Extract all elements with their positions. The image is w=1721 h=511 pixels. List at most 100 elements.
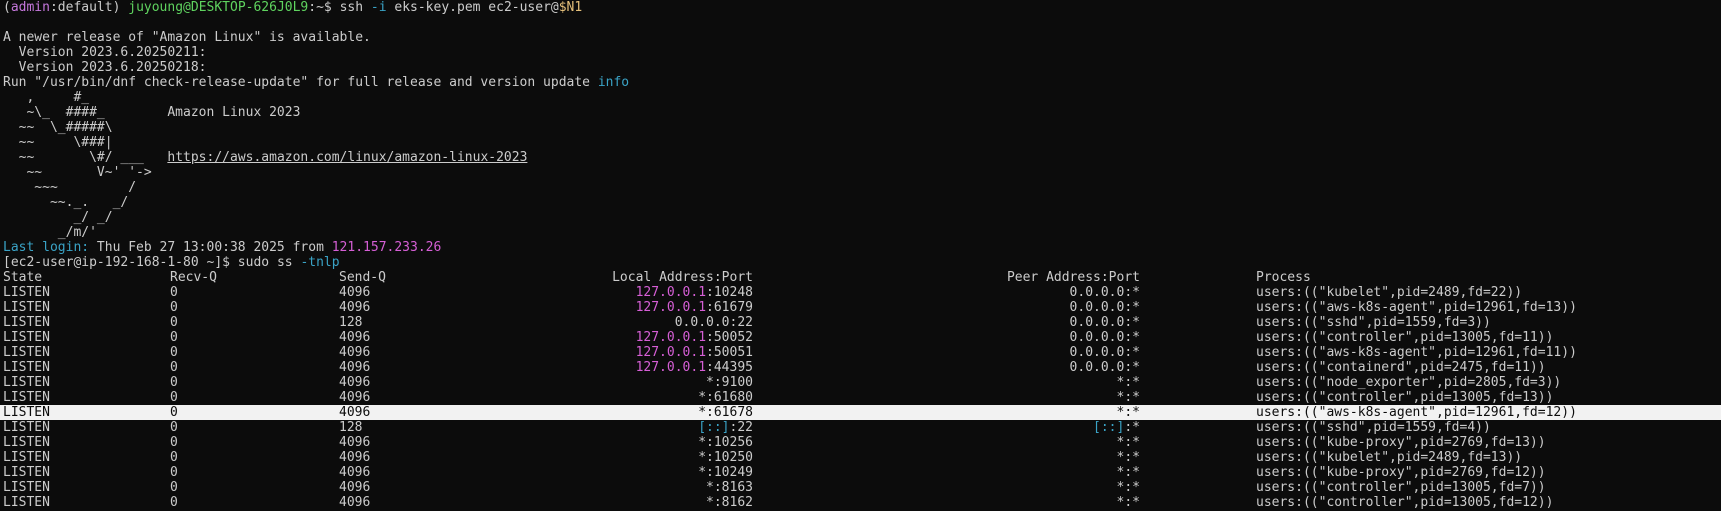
header-recv-q: Recv-Q [170,270,217,285]
motd-line: Version 2023.6.20250211: [3,45,207,60]
peer-port: :* [1124,345,1140,360]
motd-line: Version 2023.6.20250218: [3,60,207,75]
prompt-line-remote: [ec2-user@ip-192-168-1-80 ~]$ sudo ss -t… [3,255,1721,270]
local-ip: 127.0.0.1 [635,345,707,360]
ss-table-row[interactable]: LISTEN 0 128 [::]:22 [::]:* users:(("sshd",pi… [3,420,1721,435]
amazon-linux-link[interactable]: https://aws.amazon.com/linux/amazon-linu… [167,150,527,165]
local-port: :10249 [706,465,753,480]
header-send-q: Send-Q [339,270,386,285]
motd-info-word: info [597,75,630,90]
command-variable: $N1 [558,0,583,15]
terminal-window[interactable]: (admin:default) juyoung@DESKTOP-626J0L9:… [0,0,1721,511]
command-flag-i: -i [370,0,387,15]
local-ip: * [706,495,714,510]
cell-process: users:(("aws-k8s-agent",pid=12961,fd=11)… [1256,345,1577,360]
peer-ip: 0.0.0.0 [1069,345,1125,360]
cell-state: LISTEN [3,360,50,375]
cell-send-q: 4096 [339,405,371,420]
cell-peer-address: *:* [1117,450,1140,465]
cell-recv-q: 0 [170,300,178,315]
cell-recv-q: 0 [170,480,178,495]
cell-recv-q: 0 [170,420,178,435]
banner-art-line: ~~ V~' '-> [3,165,152,180]
cell-send-q: 4096 [339,495,371,510]
cell-peer-address: 0.0.0.0:* [1070,330,1140,345]
peer-ip: 0.0.0.0 [1069,315,1125,330]
ss-table-row[interactable]: LISTEN 0 4096 *:9100 *:* users:(("node_export… [3,375,1721,390]
peer-port: :* [1124,465,1140,480]
cell-process: users:(("aws-k8s-agent",pid=12961,fd=13)… [1256,300,1577,315]
cell-process: users:(("kube-proxy",pid=2769,fd=12)) [1256,465,1546,480]
cell-recv-q: 0 [170,495,178,510]
command-ss: sudo ss [229,255,301,270]
peer-ip: [::] [1093,420,1125,435]
prompt-open-paren: ( [3,0,11,15]
cell-send-q: 4096 [339,345,371,360]
cell-recv-q: 0 [170,315,178,330]
cell-send-q: 4096 [339,375,371,390]
cell-state: LISTEN [3,420,50,435]
banner-art-line: ~~ \###| [3,135,113,150]
cell-send-q: 128 [339,420,363,435]
peer-port: :* [1124,405,1140,420]
ss-table-row[interactable]: LISTEN 0 4096 *:8162 *:* users:(("controller"… [3,495,1721,510]
ss-table-row[interactable]: LISTEN 0 4096 127.0.0.1:44395 0.0.0.0:* users… [3,360,1721,375]
cell-recv-q: 0 [170,450,178,465]
local-ip: 0.0.0.0 [674,315,730,330]
ss-table-row[interactable]: LISTEN 0 4096 127.0.0.1:50052 0.0.0.0:* users… [3,330,1721,345]
cell-recv-q: 0 [170,465,178,480]
cell-local-address: *:9100 [706,375,753,390]
peer-ip: 0.0.0.0 [1069,285,1125,300]
cell-process: users:(("controller",pid=13005,fd=7)) [1256,480,1546,495]
ss-table-row[interactable]: LISTEN 0 4096 *:10256 *:* users:(("kube-proxy… [3,435,1721,450]
local-port: :22 [729,315,753,330]
ss-table-row[interactable]: LISTEN 0 4096 127.0.0.1:10248 0.0.0.0:* users… [3,285,1721,300]
cell-state: LISTEN [3,285,50,300]
local-ip: 127.0.0.1 [635,330,707,345]
peer-port: :* [1124,285,1140,300]
motd-line: Run "/usr/bin/dnf check-release-update" … [3,75,1721,90]
cell-process: users:(("kubelet",pid=2489,fd=22)) [1256,285,1523,300]
cell-send-q: 4096 [339,450,371,465]
ss-table-row[interactable]: LISTEN 0 4096 *:10249 *:* users:(("kube-proxy… [3,465,1721,480]
cell-recv-q: 0 [170,285,178,300]
local-ip: * [698,450,707,465]
cell-process: users:(("kube-proxy",pid=2769,fd=13)) [1256,435,1546,450]
cell-local-address: 127.0.0.1:44395 [636,360,753,375]
ss-table-row[interactable]: LISTEN 0 4096 127.0.0.1:61679 0.0.0.0:* users… [3,300,1721,315]
last-login-line: Last login: Thu Feb 27 13:00:38 2025 fro… [3,240,1721,255]
prompt-userhost: juyoung@DESKTOP-626J0L9 [128,0,309,15]
cell-recv-q: 0 [170,405,178,420]
cell-peer-address: 0.0.0.0:* [1070,300,1140,315]
ss-table-row[interactable]: LISTEN 0 128 0.0.0.0:22 0.0.0.0:* users:(("ss… [3,315,1721,330]
banner-art-line: _/ _/ [3,210,113,225]
header-local-address: Local Address:Port [612,270,753,285]
cell-peer-address: 0.0.0.0:* [1070,315,1140,330]
header-state: State [3,270,43,285]
command-ssh: ssh [331,0,371,15]
ss-table-header: State Recv-Q Send-Q Local Address:Port P… [3,270,1721,285]
ss-table-row[interactable]: LISTEN 0 4096 *:61678 *:* users:(("aws-k8s-ag… [0,405,1721,420]
cell-peer-address: *:* [1117,435,1140,450]
cell-process: users:(("node_exporter",pid=2805,fd=3)) [1256,375,1562,390]
cell-local-address: *:8163 [706,480,753,495]
local-port: :61678 [706,405,753,420]
motd-update-text: Run "/usr/bin/dnf check-release-update" … [3,75,598,90]
cell-local-address: *:10256 [698,435,753,450]
command-flag-tnlp: -tnlp [300,255,340,270]
prompt-context-rest: :default) [49,0,121,15]
local-port: :50051 [706,345,753,360]
cell-process: users:(("sshd",pid=1559,fd=3)) [1256,315,1491,330]
cell-state: LISTEN [3,450,50,465]
remote-ps1: [ec2-user@ip-192-168-1-80 ~]$ [3,255,230,270]
peer-port: :* [1124,495,1140,510]
cell-local-address: [::]:22 [698,420,753,435]
cell-send-q: 128 [339,315,363,330]
ss-table-row[interactable]: LISTEN 0 4096 127.0.0.1:50051 0.0.0.0:* users… [3,345,1721,360]
ss-table-row[interactable]: LISTEN 0 4096 *:8163 *:* users:(("controller"… [3,480,1721,495]
cell-state: LISTEN [3,315,50,330]
local-port: :9100 [713,375,753,390]
ss-table-row[interactable]: LISTEN 0 4096 *:10250 *:* users:(("kubelet",p… [3,450,1721,465]
cell-process: users:(("controller",pid=13005,fd=13)) [1256,390,1554,405]
ss-table-row[interactable]: LISTEN 0 4096 *:61680 *:* users:(("controller… [3,390,1721,405]
